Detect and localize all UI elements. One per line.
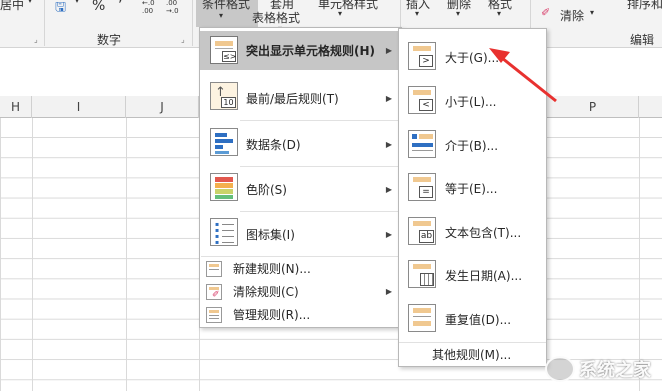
watermark-logo: 系统之家 (545, 350, 660, 388)
annotation-arrow-icon (489, 48, 557, 103)
